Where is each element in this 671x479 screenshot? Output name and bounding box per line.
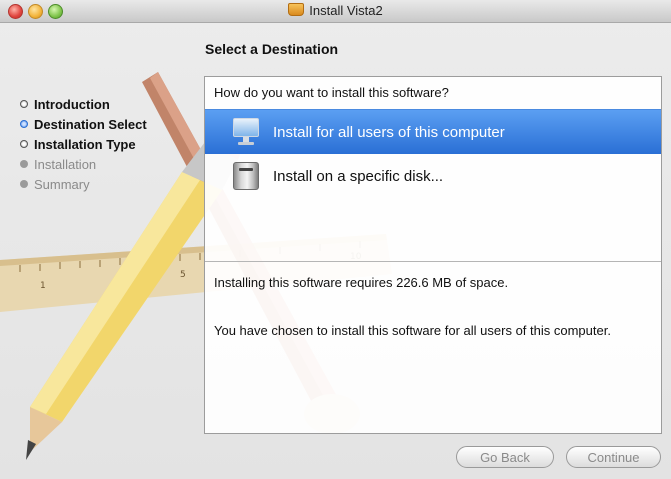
step-bullet-icon [20, 100, 28, 108]
option-label: Install for all users of this computer [273, 123, 505, 141]
destination-panel: How do you want to install this software… [204, 76, 662, 434]
ruler-number: 5 [180, 270, 186, 280]
installer-steps: Introduction Destination Select Installa… [20, 94, 147, 194]
step-summary: Summary [20, 174, 147, 194]
step-label: Introduction [34, 96, 110, 112]
step-label: Summary [34, 176, 90, 192]
option-label: Install on a specific disk... [273, 167, 444, 185]
disk-icon [233, 162, 259, 190]
option-specific-disk[interactable]: Install on a specific disk... [205, 154, 661, 198]
step-destination-select: Destination Select [20, 114, 147, 134]
step-label: Installation [34, 156, 97, 172]
step-installation: Installation [20, 154, 147, 174]
install-options-list: Install for all users of this computer I… [205, 109, 661, 198]
step-bullet-icon [20, 180, 28, 188]
step-introduction: Introduction [20, 94, 147, 114]
space-required-text: Installing this software requires 226.6 … [214, 275, 509, 290]
continue-button[interactable]: Continue [566, 446, 661, 468]
option-all-users[interactable]: Install for all users of this computer [205, 109, 661, 154]
page-heading: Select a Destination [205, 41, 339, 57]
install-question: How do you want to install this software… [214, 85, 449, 100]
step-bullet-icon [20, 120, 28, 128]
installer-window: 1 4 5 10 Install Vista2 Select a Destina [0, 0, 671, 479]
panel-divider [205, 261, 661, 262]
title-bar[interactable]: Install Vista2 [0, 0, 671, 23]
step-bullet-icon [20, 140, 28, 148]
package-icon [288, 3, 305, 16]
window-title-group: Install Vista2 [0, 3, 671, 18]
step-installation-type: Installation Type [20, 134, 147, 154]
step-label: Installation Type [34, 136, 136, 152]
step-label: Destination Select [34, 116, 147, 132]
go-back-button[interactable]: Go Back [456, 446, 554, 468]
chosen-option-text: You have chosen to install this software… [214, 323, 611, 338]
ruler-number: 1 [40, 281, 46, 291]
step-bullet-icon [20, 160, 28, 168]
window-title: Install Vista2 [309, 3, 383, 18]
computer-icon [233, 118, 259, 146]
